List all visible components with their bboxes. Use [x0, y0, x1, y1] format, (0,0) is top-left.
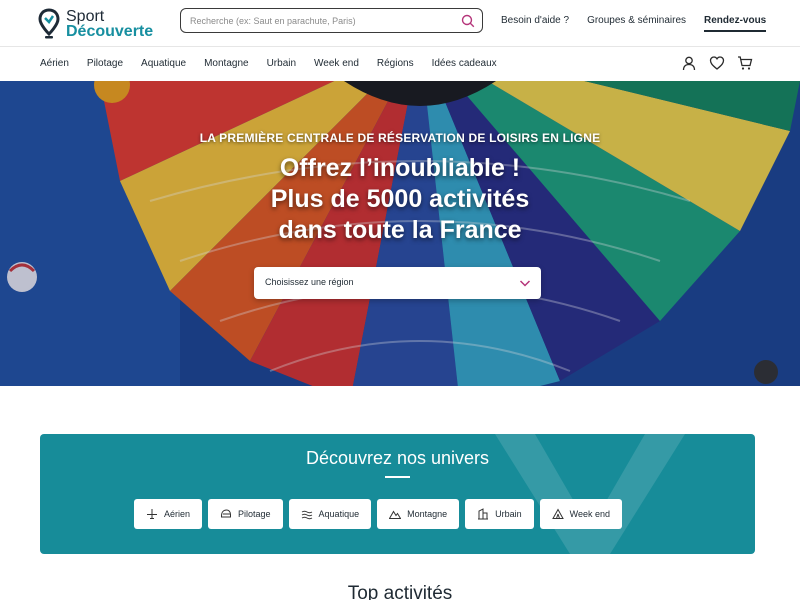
logo-line-2: Découverte	[66, 23, 154, 40]
univers-section: Découvrez nos univers Aérien Pilotage Aq…	[40, 434, 755, 554]
nav-item-montagne[interactable]: Montagne	[204, 58, 248, 69]
site-header: Sport Découverte Besoin d'aide ? Groupes…	[0, 0, 800, 46]
top-links: Besoin d'aide ? Groupes & séminaires Ren…	[501, 15, 767, 32]
univers-title: Découvrez nos univers	[305, 448, 490, 468]
chip-label: Urbain	[495, 509, 522, 519]
hero-kicker: LA PREMIÈRE CENTRALE DE RÉSERVATION DE L…	[199, 131, 601, 145]
nav-item-urbain[interactable]: Urbain	[267, 58, 296, 69]
rendez-vous-link[interactable]: Rendez-vous	[704, 15, 767, 32]
hero-title-line-3: dans toute la France	[278, 216, 522, 244]
nav-item-regions[interactable]: Régions	[377, 58, 414, 69]
univers-title-underline	[385, 476, 410, 478]
region-select[interactable]: Choisissez une région	[254, 267, 541, 299]
chip-aerien[interactable]: Aérien	[134, 499, 203, 529]
nav-item-week-end[interactable]: Week end	[314, 58, 359, 69]
chip-week-end[interactable]: Week end	[539, 499, 622, 529]
waves-icon	[301, 510, 312, 520]
groups-link[interactable]: Groupes & séminaires	[587, 15, 686, 32]
chip-label: Week end	[569, 509, 610, 519]
chip-pilotage[interactable]: Pilotage	[208, 499, 283, 529]
heart-icon[interactable]	[709, 55, 725, 71]
chip-label: Montagne	[407, 509, 448, 519]
user-icon[interactable]	[681, 55, 697, 71]
logo[interactable]: Sport Découverte	[38, 7, 168, 41]
region-select-label: Choisissez une région	[265, 277, 354, 287]
nav-item-idees-cadeaux[interactable]: Idées cadeaux	[432, 58, 497, 69]
mountain-icon	[389, 510, 402, 519]
univers-chips: Aérien Pilotage Aquatique Montagne Urbai…	[134, 499, 628, 529]
chevron-down-icon	[519, 280, 531, 287]
hero-title: Offrez l’inoubliable ! Plus de 5000 acti…	[0, 153, 800, 246]
cart-icon[interactable]	[737, 55, 753, 71]
plane-icon	[147, 509, 157, 519]
chip-urbain[interactable]: Urbain	[465, 499, 534, 529]
search-icon[interactable]	[461, 14, 475, 28]
help-link[interactable]: Besoin d'aide ?	[501, 15, 569, 32]
chip-label: Pilotage	[238, 509, 271, 519]
main-nav: Aérien Pilotage Aquatique Montagne Urbai…	[0, 47, 800, 81]
search-box	[180, 8, 483, 33]
logo-pin-icon	[38, 8, 60, 39]
building-icon	[478, 508, 489, 520]
hero-title-line-1: Offrez l’inoubliable !	[279, 154, 521, 182]
chip-label: Aérien	[164, 509, 191, 519]
nav-item-aerien[interactable]: Aérien	[40, 58, 69, 69]
chip-aquatique[interactable]: Aquatique	[288, 499, 372, 529]
chip-label: Aquatique	[318, 509, 360, 519]
tent-icon	[551, 508, 564, 519]
logo-line-1: Sport	[66, 8, 105, 25]
chip-montagne[interactable]: Montagne	[377, 499, 460, 529]
top-activities-title: Top activités	[347, 583, 453, 600]
hero-title-line-2: Plus de 5000 activités	[270, 185, 530, 213]
helmet-icon	[221, 509, 232, 518]
search-input[interactable]	[190, 13, 450, 29]
nav-item-pilotage[interactable]: Pilotage	[87, 58, 123, 69]
nav-item-aquatique[interactable]: Aquatique	[141, 58, 186, 69]
hero-banner: LA PREMIÈRE CENTRALE DE RÉSERVATION DE L…	[0, 81, 800, 386]
